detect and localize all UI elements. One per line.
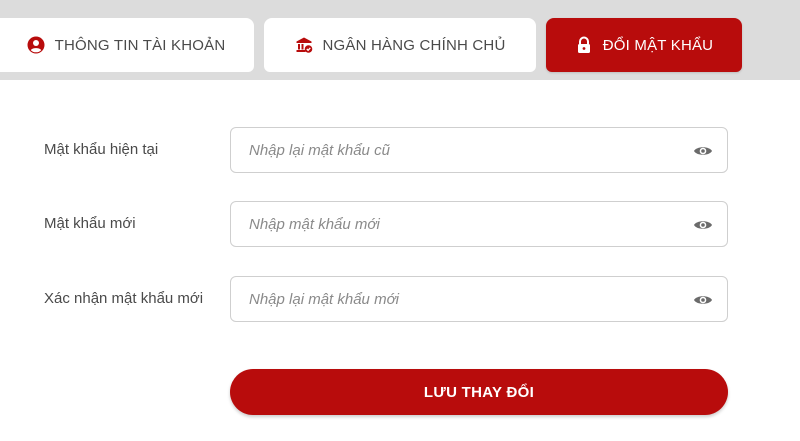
bank-icon: [295, 36, 313, 54]
user-circle-icon: [27, 36, 45, 54]
eye-icon[interactable]: [693, 142, 713, 160]
tab-change-password[interactable]: ĐỔI MẬT KHẨU: [546, 18, 742, 72]
tab-bank-account[interactable]: NGÂN HÀNG CHÍNH CHỦ: [264, 18, 536, 72]
tab-label: NGÂN HÀNG CHÍNH CHỦ: [322, 36, 506, 54]
tab-account-info[interactable]: THÔNG TIN TÀI KHOẢN: [0, 18, 254, 72]
confirm-password-label: Xác nhận mật khẩu mới: [44, 290, 204, 307]
save-changes-button[interactable]: LƯU THAY ĐỔI: [230, 369, 728, 415]
new-password-label: Mật khẩu mới: [44, 215, 136, 232]
current-password-label: Mật khẩu hiện tại: [44, 141, 159, 158]
lock-icon: [575, 36, 593, 54]
tab-label: THÔNG TIN TÀI KHOẢN: [54, 36, 226, 54]
current-password-input[interactable]: [231, 128, 727, 172]
eye-icon[interactable]: [693, 216, 713, 234]
eye-icon[interactable]: [693, 291, 713, 309]
confirm-password-input[interactable]: [231, 277, 727, 321]
current-password-field-wrap: [230, 127, 728, 173]
tab-label: ĐỔI MẬT KHẨU: [602, 36, 714, 54]
confirm-password-field-wrap: [230, 276, 728, 322]
new-password-field-wrap: [230, 201, 728, 247]
new-password-input[interactable]: [231, 202, 727, 246]
